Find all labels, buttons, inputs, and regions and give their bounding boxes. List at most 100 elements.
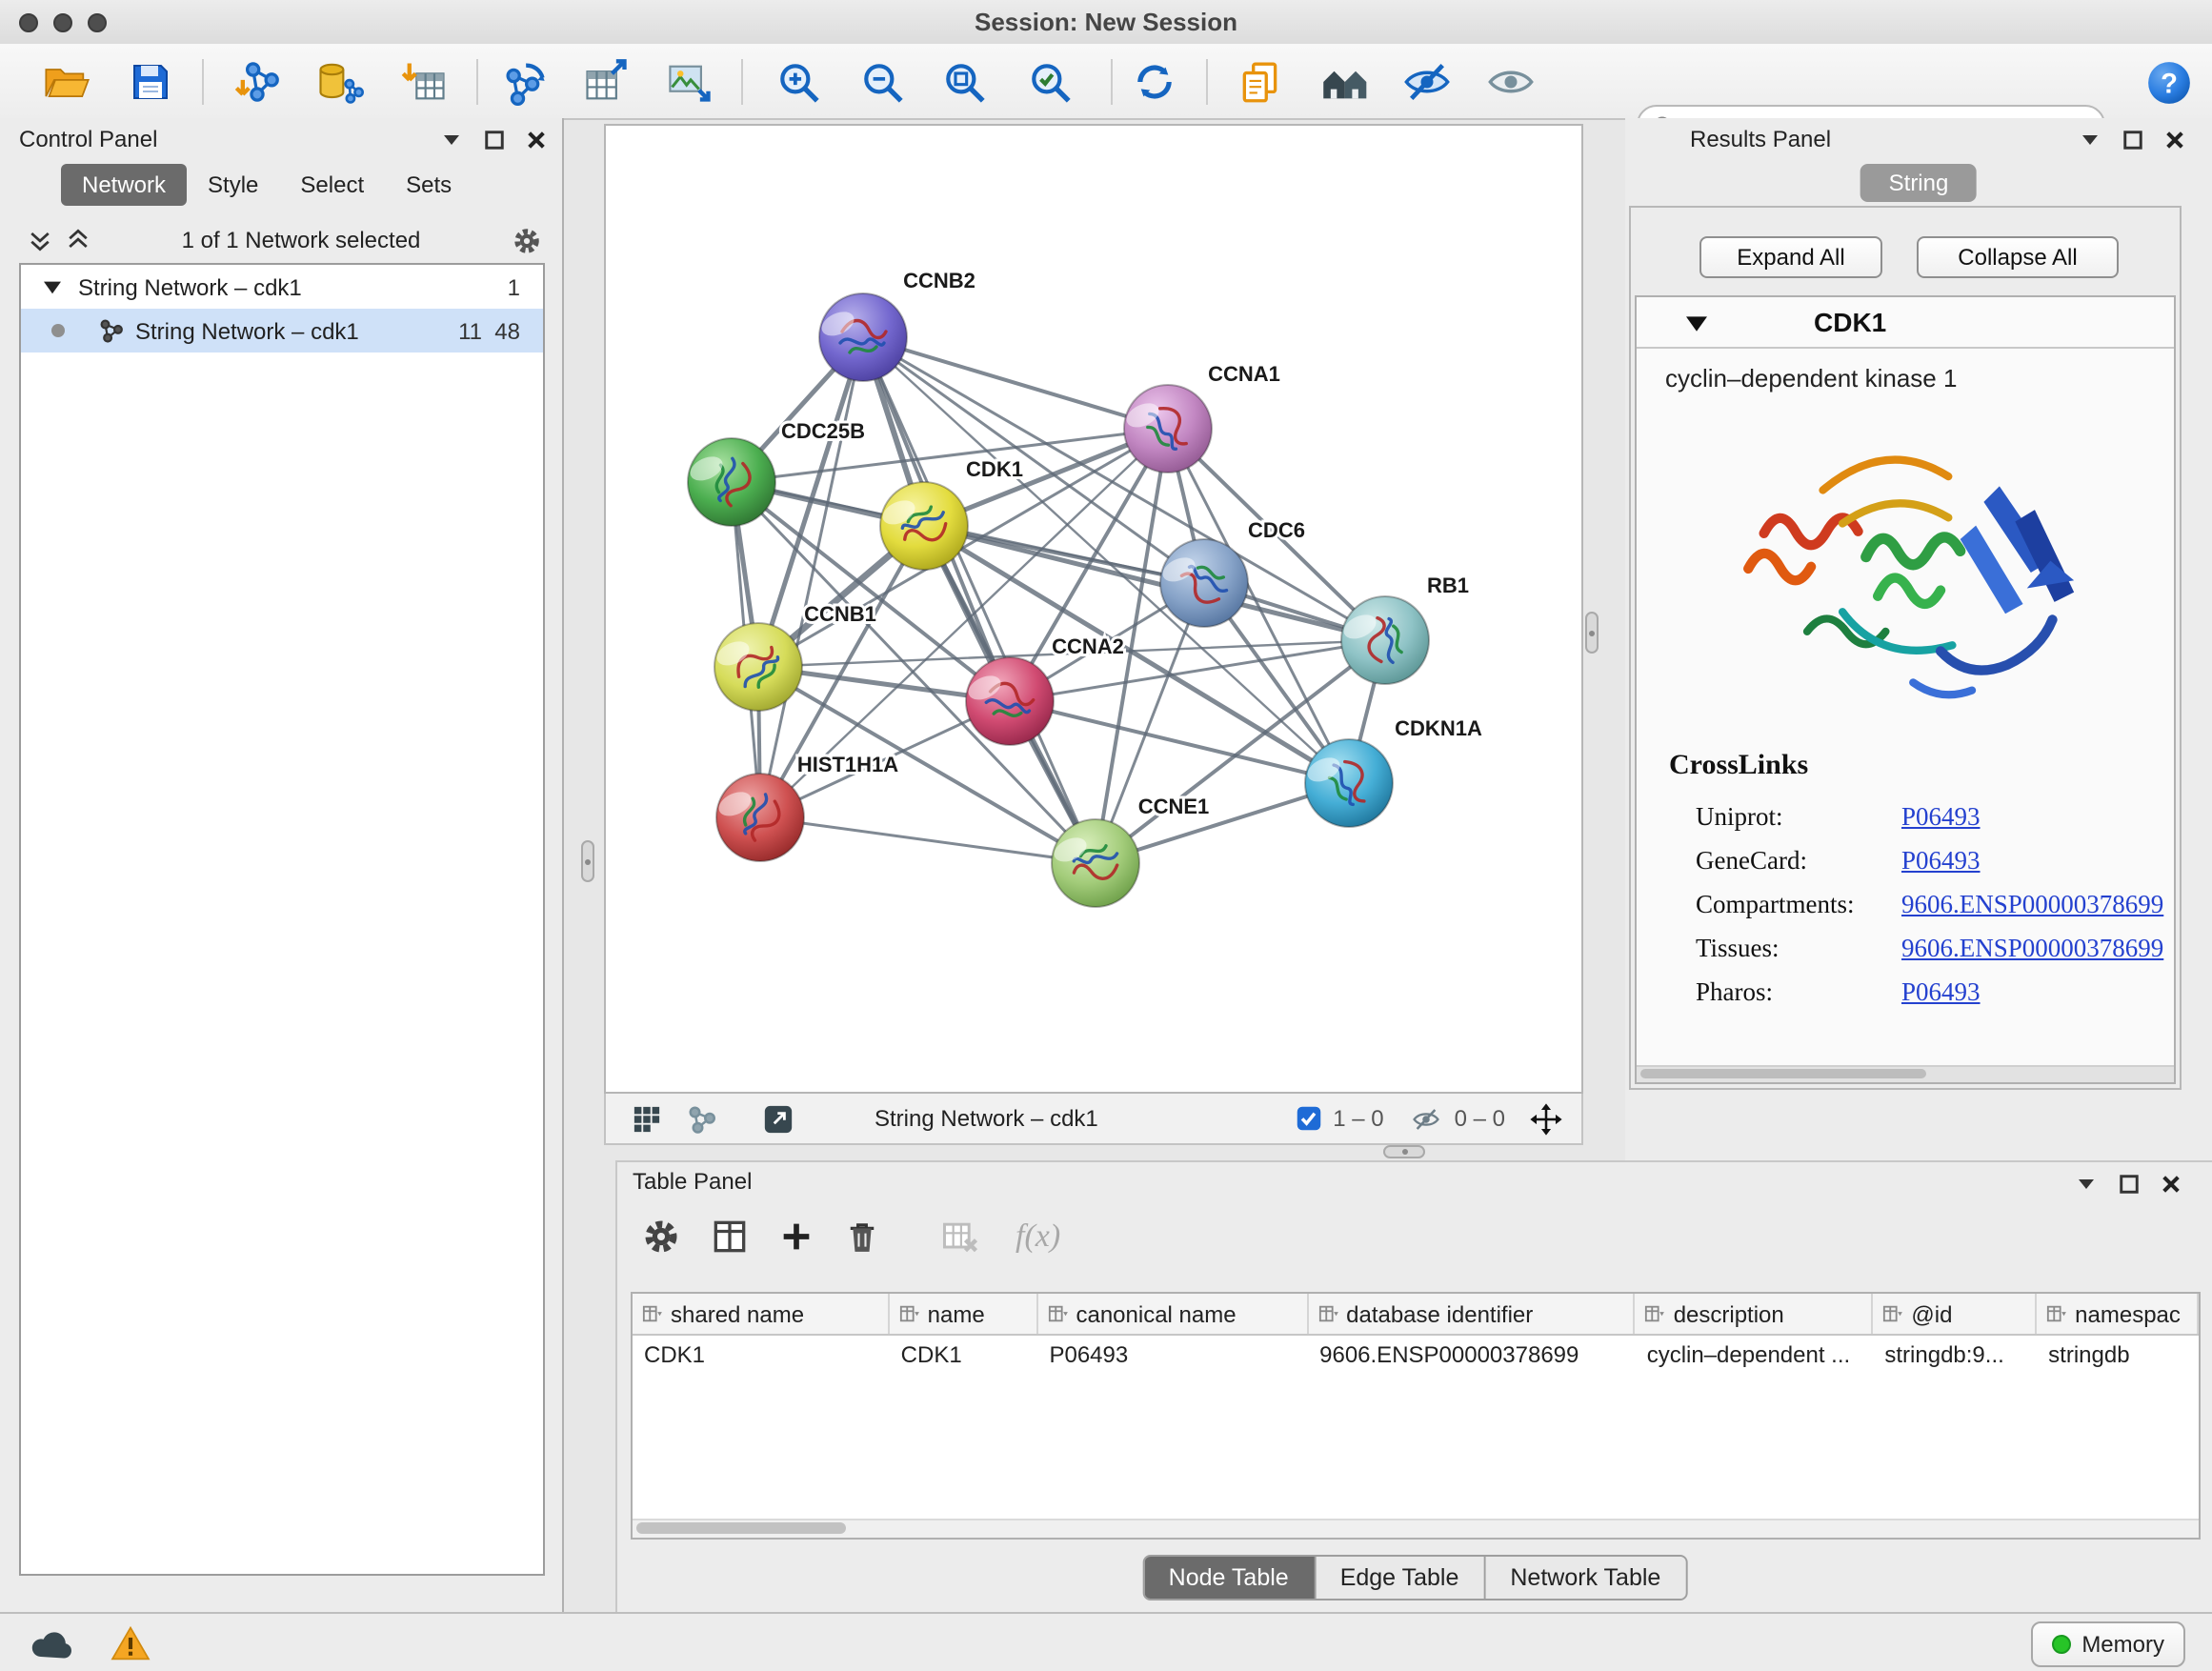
tab-node-table[interactable]: Node Table: [1144, 1557, 1316, 1599]
network-node-CCNB1[interactable]: [714, 623, 802, 711]
crosslink-link[interactable]: P06493: [1901, 970, 1981, 1014]
gene-section-header[interactable]: CDK1: [1637, 297, 2174, 349]
network-node-CDC6[interactable]: [1160, 539, 1248, 627]
results-scrollbar[interactable]: [1637, 1065, 2174, 1082]
scrollbar-thumb[interactable]: [636, 1522, 846, 1534]
splitter-handle[interactable]: [581, 840, 594, 882]
table-cell[interactable]: CDK1: [633, 1336, 890, 1374]
network-edge[interactable]: [863, 337, 1096, 863]
table-cell[interactable]: CDK1: [890, 1336, 1038, 1374]
gear-icon[interactable]: [640, 1216, 682, 1258]
scrollbar-thumb[interactable]: [1640, 1069, 1926, 1078]
zoom-in-button[interactable]: [766, 53, 831, 111]
minimize-window-button[interactable]: [53, 13, 72, 32]
gear-icon[interactable]: [511, 224, 543, 256]
tab-style[interactable]: Style: [187, 164, 279, 206]
import-network-from-database-button[interactable]: [307, 53, 372, 111]
network-node-CCNA2[interactable]: [966, 657, 1054, 745]
column-header[interactable]: namespac: [2037, 1294, 2199, 1334]
delete-column-trash-icon[interactable]: [842, 1217, 882, 1257]
network-edge[interactable]: [760, 337, 863, 817]
import-network-from-file-button[interactable]: [225, 53, 290, 111]
network-node-HIST1H1A[interactable]: [716, 774, 804, 861]
panel-menu-caret-icon[interactable]: [2079, 128, 2101, 151]
float-panel-icon[interactable]: [2119, 1173, 2140, 1194]
show-graphics-details-button[interactable]: [1478, 53, 1543, 111]
close-panel-icon[interactable]: [2161, 1173, 2182, 1194]
export-image-button[interactable]: [657, 53, 722, 111]
collapse-all-button[interactable]: Collapse All: [1917, 236, 2119, 278]
network-overview-icon[interactable]: [688, 1104, 716, 1133]
crosslink-link[interactable]: P06493: [1901, 795, 1981, 838]
pan-crosshair-icon[interactable]: [1528, 1100, 1564, 1137]
network-canvas[interactable]: CCNB2CCNA1CDC25BCDK1CDC6RB1CCNB1CCNA2CDK…: [604, 124, 1583, 1094]
network-node-CDK1[interactable]: [880, 482, 968, 570]
selected-checkbox-icon[interactable]: [1295, 1105, 1321, 1132]
close-panel-icon[interactable]: [2164, 129, 2185, 150]
network-row-selected[interactable]: String Network – cdk1 11 48: [21, 309, 543, 352]
memory-button[interactable]: Memory: [2030, 1621, 2185, 1667]
apply-layout-button[interactable]: [1122, 53, 1187, 111]
crosslink-link[interactable]: 9606.ENSP00000378699: [1901, 882, 2163, 926]
open-session-button[interactable]: [34, 53, 99, 111]
help-button[interactable]: ?: [2136, 53, 2201, 111]
network-node-CCNA1[interactable]: [1124, 385, 1212, 473]
detach-view-icon[interactable]: [762, 1102, 794, 1135]
network-node-CCNB2[interactable]: [819, 293, 907, 381]
new-network-button[interactable]: [492, 53, 556, 111]
column-header[interactable]: @id: [1873, 1294, 2037, 1334]
copy-document-button[interactable]: [1227, 53, 1292, 111]
tab-network[interactable]: Network: [61, 164, 187, 206]
table-cell[interactable]: P06493: [1037, 1336, 1308, 1374]
column-header[interactable]: shared name: [633, 1294, 890, 1334]
float-panel-icon[interactable]: [484, 129, 505, 150]
collapse-all-icon[interactable]: [27, 227, 53, 253]
disclosure-triangle-icon[interactable]: [1686, 312, 1707, 332]
network-edge[interactable]: [863, 337, 1168, 429]
column-header[interactable]: name: [890, 1294, 1038, 1334]
close-panel-icon[interactable]: [526, 129, 547, 150]
table-cell[interactable]: cyclin–dependent ...: [1636, 1336, 1874, 1374]
network-node-CDC25B[interactable]: [688, 438, 775, 526]
expand-all-button[interactable]: Expand All: [1699, 236, 1882, 278]
network-node-RB1[interactable]: [1341, 596, 1429, 684]
table-row[interactable]: CDK1CDK1P064939606.ENSP00000378699cyclin…: [633, 1336, 2199, 1374]
maximize-window-button[interactable]: [88, 13, 107, 32]
panel-menu-caret-icon[interactable]: [2075, 1172, 2098, 1195]
tab-string[interactable]: String: [1860, 164, 1978, 202]
network-collection-row[interactable]: String Network – cdk1 1: [21, 265, 543, 309]
crosslink-link[interactable]: P06493: [1901, 838, 1981, 882]
zoom-fit-button[interactable]: [932, 53, 996, 111]
column-header[interactable]: database identifier: [1308, 1294, 1636, 1334]
table-cell[interactable]: stringdb: [2037, 1336, 2199, 1374]
import-table-button[interactable]: [392, 53, 457, 111]
tab-sets[interactable]: Sets: [385, 164, 473, 206]
table-horizontal-scrollbar[interactable]: [633, 1519, 2199, 1538]
network-edge[interactable]: [760, 817, 1096, 863]
network-node-CDKN1A[interactable]: [1305, 739, 1393, 827]
first-neighbors-button[interactable]: [1313, 53, 1377, 111]
tab-network-table[interactable]: Network Table: [1485, 1557, 1685, 1599]
splitter-handle[interactable]: [1585, 612, 1599, 654]
close-window-button[interactable]: [19, 13, 38, 32]
table-cell[interactable]: stringdb:9...: [1873, 1336, 2037, 1374]
network-edge[interactable]: [924, 526, 1385, 640]
hide-graphics-details-button[interactable]: [1395, 53, 1459, 111]
float-panel-icon[interactable]: [2122, 129, 2143, 150]
expand-all-icon[interactable]: [65, 227, 91, 253]
save-session-button[interactable]: [118, 53, 183, 111]
tab-edge-table[interactable]: Edge Table: [1316, 1557, 1486, 1599]
panel-menu-caret-icon[interactable]: [440, 128, 463, 151]
column-header[interactable]: canonical name: [1037, 1294, 1308, 1334]
zoom-selected-button[interactable]: [1017, 53, 1082, 111]
hidden-eye-slash-icon[interactable]: [1411, 1104, 1443, 1133]
cloud-icon[interactable]: [27, 1625, 76, 1663]
disclosure-triangle-icon[interactable]: [44, 278, 61, 295]
birds-eye-grid-icon[interactable]: [633, 1104, 661, 1133]
add-column-plus-icon[interactable]: [777, 1218, 815, 1256]
show-columns-icon[interactable]: [709, 1216, 751, 1258]
splitter-handle[interactable]: [1383, 1145, 1425, 1158]
crosslink-link[interactable]: 9606.ENSP00000378699: [1901, 926, 2163, 970]
network-node-CCNE1[interactable]: [1052, 819, 1139, 907]
warning-icon[interactable]: [111, 1625, 151, 1661]
